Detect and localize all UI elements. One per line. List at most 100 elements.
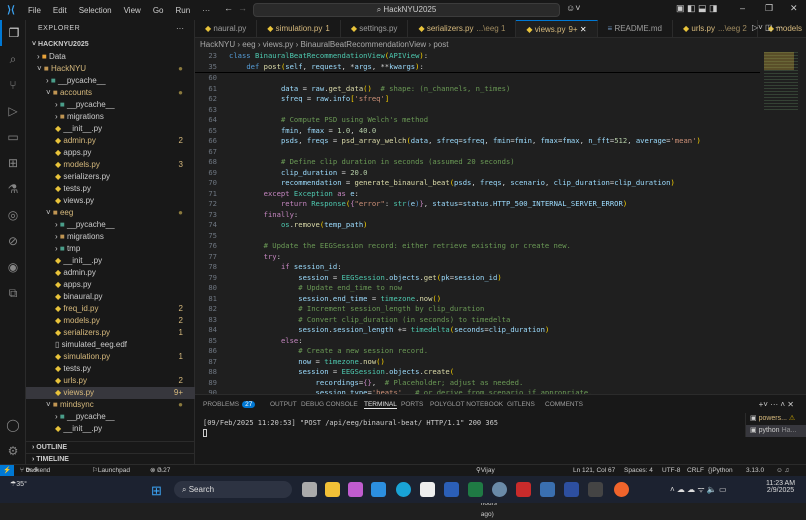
clock[interactable]: 11:23 AM2/9/2025 [766, 480, 795, 494]
tree-item[interactable]: › ■ tmp [26, 243, 195, 255]
cursor-position[interactable]: Ln 121, Col 67 [573, 465, 615, 476]
code-line[interactable]: 68 # Define clip duration in seconds (as… [195, 157, 760, 168]
copilot-icon[interactable]: ☺˅ [566, 3, 580, 13]
tab-serializers-py[interactable]: ◆ serializers.py...\eeg 1 [408, 20, 516, 37]
word-icon[interactable] [444, 482, 459, 497]
panel-tab-debug-console[interactable]: DEBUG CONSOLE [301, 401, 358, 408]
tab-settings-py[interactable]: ◆ settings.py [341, 20, 409, 37]
tree-item[interactable]: ◆ tests.py [26, 363, 195, 375]
panel-actions[interactable]: +˅ ··· ˄ ✕ [759, 400, 794, 409]
code-line[interactable]: 76 # Update the EEGSession record: eithe… [195, 241, 760, 252]
tab-naural-py[interactable]: ◆ naural.py [195, 20, 257, 37]
system-tray-icons[interactable]: ˄ ☁ ☁ ᯤ 🔈 ▭ [670, 484, 727, 495]
outline-section[interactable]: › OUTLINE [26, 441, 195, 453]
panel-tab-terminal[interactable]: TERMINAL [364, 401, 397, 409]
code-line[interactable]: 75 [195, 231, 760, 242]
code-line[interactable]: 84 session.session_length += timedelta(s… [195, 325, 760, 336]
code-line[interactable]: 77 try: [195, 252, 760, 263]
excel-icon[interactable] [468, 482, 483, 497]
workspace-root[interactable]: ˅ HACKNYU2025 [26, 39, 195, 51]
code-line[interactable]: 73 finally: [195, 210, 760, 221]
notifications-icon[interactable]: ☺ ♫ [776, 465, 789, 476]
vscode-taskbar-icon[interactable] [371, 482, 386, 497]
tree-item[interactable]: ◆ serializers.py [26, 171, 195, 183]
code-line[interactable]: 65 fmin, fmax = 1.0, 40.0 [195, 126, 760, 137]
tree-item[interactable]: ◆ apps.py [26, 147, 195, 159]
tree-item[interactable]: ◆ tests.py [26, 183, 195, 195]
extensions-icon[interactable]: ⊞ [0, 150, 26, 176]
python-version[interactable]: 3.13.0 [746, 465, 764, 476]
panel-tab-problems[interactable]: PROBLEMS27 [203, 401, 255, 408]
tree-item[interactable]: › ■ Data [26, 51, 195, 63]
layout-icons[interactable]: ▣ ◧ ⬓ ◨ [676, 3, 718, 14]
code-line[interactable]: 87 now = timezone.now() [195, 357, 760, 368]
source-control-icon[interactable]: ⑂ [0, 72, 26, 98]
tree-item[interactable]: ˅ ■ accounts● [26, 87, 195, 99]
tree-item[interactable]: › ■ migrations [26, 111, 195, 123]
docker-icon[interactable]: ⊘ [0, 228, 26, 254]
tree-item[interactable]: › ■ __pycache__ [26, 219, 195, 231]
weather-widget[interactable]: ☂35° [10, 480, 27, 488]
code-line[interactable]: 23class BinauralBeatRecommendationView(A… [195, 51, 760, 62]
menu-file[interactable]: File [22, 6, 47, 15]
close-window-button[interactable]: ✕ [790, 3, 798, 14]
indentation-status[interactable]: Spaces: 4 [624, 465, 653, 476]
language-status[interactable]: {} Python [708, 465, 712, 476]
git-blame-status[interactable]: ⚲ Vijay Harkare (2 hours ago) [476, 465, 481, 476]
tree-item[interactable]: ◆ __init__.py [26, 255, 195, 267]
panel-tab-polyglot-notebook[interactable]: POLYGLOT NOTEBOOK [430, 401, 503, 408]
file-explorer-icon[interactable] [325, 482, 340, 497]
code-line[interactable]: 80 # Update end_time to now [195, 283, 760, 294]
launchpad-status[interactable]: ⚐ Launchpad [92, 465, 98, 476]
code-line[interactable]: 63 [195, 105, 760, 116]
tree-item[interactable]: ◆ binaural.py [26, 291, 195, 303]
code-line[interactable]: 78 if session_id: [195, 262, 760, 273]
code-line[interactable]: 79 session = EEGSession.objects.get(pk=s… [195, 273, 760, 284]
code-line[interactable]: 61 data = raw.get_data() # shape: (n_cha… [195, 84, 760, 95]
restore-button[interactable]: ❐ [765, 3, 773, 14]
tree-item[interactable]: › ■ migrations [26, 231, 195, 243]
remote-explorer-icon[interactable]: ▭ [0, 124, 26, 150]
code-editor[interactable]: 23class BinauralBeatRecommendationView(A… [195, 50, 760, 394]
tree-item[interactable]: ˅ ■ mindsync● [26, 399, 195, 411]
code-line[interactable]: 72 return Response({"error": str(e)}, st… [195, 199, 760, 210]
run-debug-icon[interactable]: ▷ [0, 98, 26, 124]
powershell-icon[interactable] [564, 482, 579, 497]
close-tab-icon[interactable]: ✕ [578, 25, 587, 34]
code-line[interactable]: 71 except Exception as e: [195, 189, 760, 200]
code-line[interactable]: 82 # Increment session_length by clip_du… [195, 304, 760, 315]
menu-moremoremore[interactable]: ··· [196, 6, 216, 15]
panel-tab-gitlens[interactable]: GITLENS [507, 401, 535, 408]
tree-item[interactable]: ◆ admin.py2 [26, 135, 195, 147]
task-view-icon[interactable] [302, 482, 317, 497]
forward-arrow-icon[interactable]: → [238, 3, 247, 13]
code-line[interactable]: 74 os.remove(temp_path) [195, 220, 760, 231]
mcafee-icon[interactable] [516, 482, 531, 497]
code-line[interactable]: 67 [195, 147, 760, 158]
code-line[interactable]: 88 session = EEGSession.objects.create( [195, 367, 760, 378]
tree-item[interactable]: ◆ admin.py [26, 267, 195, 279]
breadcrumb-item[interactable]: eeg [242, 40, 255, 49]
menu-go[interactable]: Go [147, 6, 170, 15]
menu-run[interactable]: Run [169, 6, 196, 15]
code-line[interactable]: 81 session.end_time = timezone.now() [195, 294, 760, 305]
code-line[interactable]: 60 [195, 73, 760, 84]
terminal-output[interactable]: [09/Feb/2025 11:20:53] "POST /api/eeg/bi… [203, 419, 498, 437]
back-arrow-icon[interactable]: ← [224, 3, 233, 13]
polyglot-icon[interactable]: ⧉ [0, 280, 26, 306]
search-icon[interactable]: ⌕ [0, 46, 26, 72]
tree-item[interactable]: › ■ __pycache__ [26, 99, 195, 111]
tree-item[interactable]: ◆ views.py9+ [26, 387, 195, 399]
gitlens-icon[interactable]: ◎ [0, 202, 26, 228]
minimize-button[interactable]: – [740, 3, 745, 13]
postman-icon[interactable] [614, 482, 629, 497]
code-line[interactable]: 35 def post(self, request, *args, **kwar… [195, 62, 760, 73]
tab-simulation-py[interactable]: ◆ simulation.py1 [257, 20, 341, 37]
code-line[interactable]: 69 clip_duration = 20.0 [195, 168, 760, 179]
tree-item[interactable]: ◆ freq_id.py2 [26, 303, 195, 315]
problems-status[interactable]: ⊗ 0 ⚠ 27 [150, 465, 163, 476]
tree-item[interactable]: ˅ ■ HackNYU● [26, 63, 195, 75]
terminal-instance[interactable]: ▣ pythonHa... [746, 425, 806, 437]
panel-tab-output[interactable]: OUTPUT [270, 401, 297, 408]
minimap[interactable] [760, 50, 806, 394]
